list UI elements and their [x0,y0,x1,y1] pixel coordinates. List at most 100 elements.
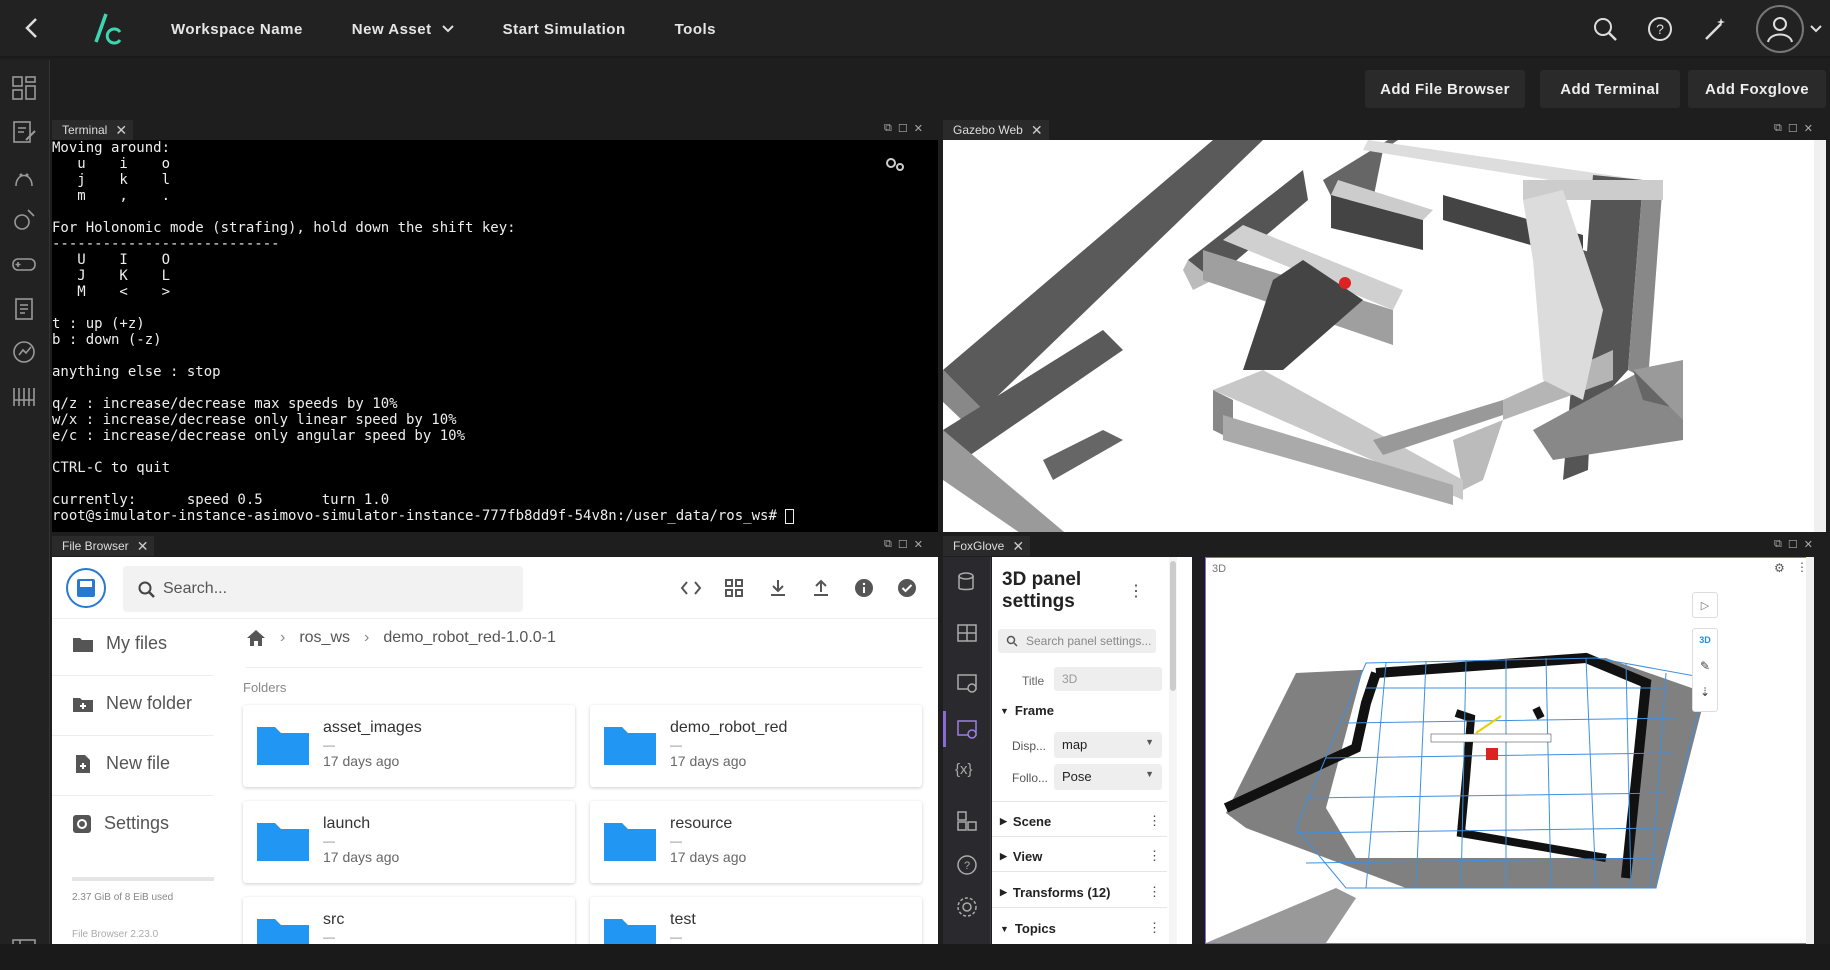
dashboard-icon[interactable] [10,74,38,102]
home-icon[interactable] [246,629,266,647]
close-icon[interactable]: ✕ [1031,122,1043,139]
popout-icon[interactable]: ⧉ [884,538,892,551]
folder-card[interactable]: src — [243,897,575,944]
frame-section[interactable]: ▼ Frame [1000,703,1054,718]
transforms-section[interactable]: ▶ Transforms (12) [1000,885,1110,900]
add-foxglove-button[interactable]: Add Foxglove [1688,70,1826,108]
user-avatar[interactable] [1756,5,1804,53]
folder-card[interactable]: resource —17 days ago [590,801,922,883]
workspace-name-menu[interactable]: Workspace Name [171,21,303,38]
add-terminal-button[interactable]: Add Terminal [1540,70,1680,108]
magic-wand-icon[interactable] [1701,15,1729,43]
download-icon[interactable] [768,578,788,598]
help-icon[interactable]: ? [955,853,979,877]
close-icon[interactable]: ✕ [137,538,149,555]
ruler-icon[interactable]: ✎ [1693,659,1717,673]
3d-view-panel[interactable]: 3D ⚙ ⋮ ▷ 3D ✎ ⇣ [1205,557,1814,944]
close-icon[interactable]: ✕ [914,538,923,551]
app-logo[interactable] [90,10,124,46]
close-icon[interactable]: ✕ [115,122,127,139]
terminal-settings-icon[interactable] [884,155,906,173]
new-asset-menu[interactable]: New Asset [352,21,454,38]
folder-card[interactable]: test — [590,897,922,944]
close-icon[interactable]: ✕ [1012,538,1024,555]
maximize-icon[interactable]: ☐ [1788,538,1798,551]
code-icon[interactable] [680,578,702,598]
clipboard-icon[interactable] [10,294,38,322]
gazebo-scrollbar[interactable] [1814,140,1826,532]
tab-foxglove[interactable]: FoxGlove ✕ [943,536,1031,556]
search-icon[interactable] [1591,15,1619,43]
folder-card[interactable]: demo_robot_red —17 days ago [590,705,922,787]
folder-card[interactable]: asset_images —17 days ago [243,705,575,787]
tab-gazebo-web[interactable]: Gazebo Web ✕ [943,120,1049,140]
extensions-icon[interactable] [955,809,979,833]
robot-icon[interactable] [10,162,38,190]
back-arrow-icon[interactable] [18,14,46,42]
maximize-icon[interactable]: ☐ [898,122,908,135]
edit-document-icon[interactable] [10,118,38,146]
gazebo-3d-viewport[interactable] [943,140,1814,532]
folder-card[interactable]: launch —17 days ago [243,801,575,883]
chevron-down-icon[interactable] [1810,25,1822,33]
scene-section[interactable]: ▶ Scene [1000,814,1051,829]
grid-view-icon[interactable] [724,578,744,598]
data-source-icon[interactable] [955,571,979,595]
tools-menu[interactable]: Tools [675,21,716,38]
gear-icon[interactable] [955,895,979,919]
maximize-icon[interactable]: ☐ [1788,122,1798,135]
title-input[interactable]: 3D [1054,667,1162,691]
view-section[interactable]: ▶ View [1000,849,1042,864]
close-icon[interactable]: ✕ [1804,122,1813,135]
panel-settings-search-input[interactable]: Search panel settings... [998,629,1156,653]
follow-mode-select[interactable]: Pose ▼ [1054,764,1162,790]
popout-icon[interactable]: ⧉ [884,122,892,135]
new-folder-button[interactable]: New folder [72,693,192,714]
upload-icon[interactable] [811,578,831,598]
more-options-icon[interactable]: ⋮ [1148,920,1161,936]
popout-icon[interactable]: ⧉ [1774,122,1782,135]
variables-icon[interactable]: {x} [955,761,973,778]
help-icon[interactable]: ? [1646,15,1674,43]
analytics-icon[interactable] [10,338,38,366]
start-simulation-button[interactable]: Start Simulation [503,21,626,38]
add-panel-icon[interactable] [955,671,979,695]
my-files-link[interactable]: My files [72,633,167,654]
settings-scrollbar[interactable] [1169,557,1177,944]
topics-section[interactable]: ▼ Topics [1000,921,1056,936]
chevron-down-icon: ▼ [1145,737,1154,747]
close-icon[interactable]: ✕ [914,122,923,135]
more-options-icon[interactable]: ⋮ [1148,884,1161,900]
breadcrumb-demo-robot-red[interactable]: demo_robot_red-1.0.0-1 [383,629,556,647]
simulation-icon[interactable] [10,206,38,234]
new-file-button[interactable]: New file [72,753,170,774]
foxglove-scrollbar[interactable] [1806,557,1814,944]
file-browser-logo-icon[interactable] [66,568,106,608]
terminal-output[interactable]: Moving around: u i o j k l m , . For Holo… [52,140,938,532]
select-tool-icon[interactable]: ▷ [1692,592,1718,618]
info-icon[interactable] [854,578,874,598]
add-file-browser-button[interactable]: Add File Browser [1365,70,1525,108]
more-options-icon[interactable]: ⋮ [1148,848,1161,864]
gamepad-icon[interactable] [10,250,38,278]
more-options-icon[interactable]: ⋮ [1128,581,1144,601]
file-search-input[interactable]: Search... [123,566,523,612]
tab-terminal[interactable]: Terminal ✕ [52,120,134,140]
breadcrumb-ros-ws[interactable]: ros_ws [299,629,350,647]
check-circle-icon[interactable] [897,578,917,598]
layout-icon[interactable] [955,621,979,645]
display-frame-select[interactable]: map ▼ [1054,732,1162,758]
close-icon[interactable]: ✕ [1804,538,1813,551]
tab-file-browser[interactable]: File Browser ✕ [52,536,155,556]
maximize-icon[interactable]: ☐ [898,538,908,551]
panel-settings-icon[interactable] [955,717,979,741]
more-options-icon[interactable]: ⋮ [1148,813,1161,829]
publish-point-icon[interactable]: ⇣ [1693,685,1717,699]
folder-icon [604,823,656,861]
bottom-bar [0,944,1830,970]
popout-icon[interactable]: ⧉ [1774,538,1782,551]
3d-toggle-button[interactable]: 3D [1693,635,1717,645]
scene-section-label: Scene [1012,814,1052,829]
settings-link[interactable]: Settings [72,813,169,834]
library-icon[interactable] [10,382,38,410]
